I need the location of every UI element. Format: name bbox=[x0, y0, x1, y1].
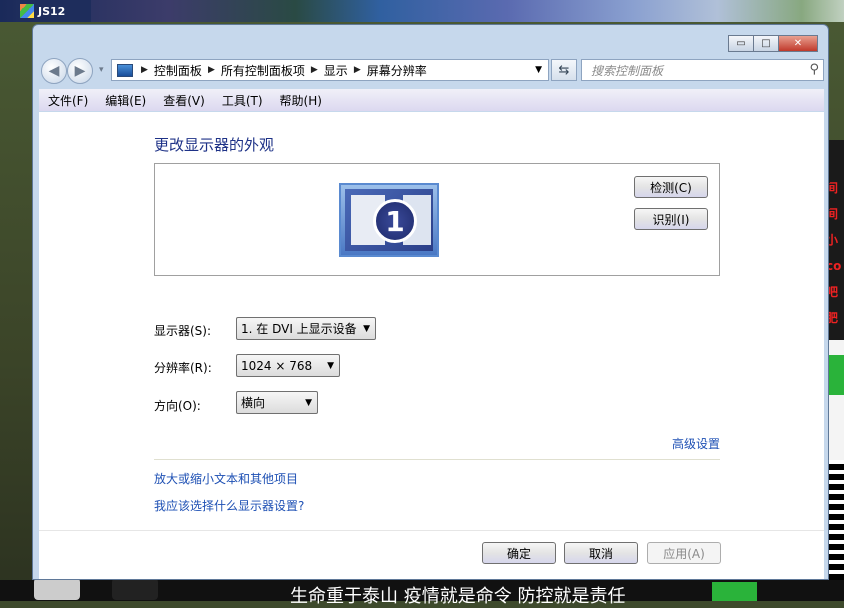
chevron-right-icon[interactable]: ▶ bbox=[208, 65, 215, 75]
menu-help[interactable]: 帮助(H) bbox=[271, 92, 330, 109]
chevron-down-icon: ▼ bbox=[327, 360, 334, 371]
resolution-select-value: 1024 × 768 bbox=[241, 358, 313, 373]
minimize-button[interactable]: ▭ bbox=[728, 35, 754, 52]
breadcrumb-screen-resolution[interactable]: 屏幕分辨率 bbox=[367, 62, 427, 79]
cancel-button[interactable]: 取消 bbox=[564, 542, 638, 564]
address-dropdown-icon[interactable]: ▼ bbox=[535, 65, 542, 75]
recent-pages-dropdown[interactable]: ▾ bbox=[99, 65, 104, 75]
main-content: 更改显示器的外观 1 检测(C) 识别(I) 显示器(S): 1. 在 DVI … bbox=[39, 112, 824, 579]
chevron-right-icon[interactable]: ▶ bbox=[354, 65, 361, 75]
search-input[interactable]: 搜索控制面板 ⚲ bbox=[581, 59, 824, 81]
taskbar-app[interactable]: JS12 bbox=[16, 0, 91, 22]
monitor-number: 1 bbox=[373, 199, 417, 243]
apply-button[interactable]: 应用(A) bbox=[647, 542, 721, 564]
taskbar-app-title: JS12 bbox=[38, 4, 66, 18]
orientation-select-value: 横向 bbox=[241, 396, 266, 410]
background-banner-text: 生命重于泰山 疫情就是命令 防控就是责任 bbox=[290, 586, 626, 607]
refresh-button[interactable]: ⇆ bbox=[551, 59, 577, 81]
breadcrumb-all-items[interactable]: 所有控制面板项 bbox=[221, 62, 305, 79]
qr-code-icon bbox=[828, 460, 844, 600]
identify-button[interactable]: 识别(I) bbox=[634, 208, 708, 230]
breadcrumb-control-panel[interactable]: 控制面板 bbox=[154, 62, 202, 79]
menu-edit[interactable]: 编辑(E) bbox=[96, 92, 154, 109]
display-settings-help-link[interactable]: 我应该选择什么显示器设置? bbox=[154, 497, 304, 514]
window-controls: ▭ □ ✕ bbox=[728, 35, 818, 52]
forward-button[interactable]: ▶ bbox=[67, 58, 93, 84]
address-bar[interactable]: ▶ 控制面板 ▶ 所有控制面板项 ▶ 显示 ▶ 屏幕分辨率 ▼ bbox=[111, 59, 549, 81]
close-button[interactable]: ✕ bbox=[778, 35, 818, 52]
breadcrumb-display[interactable]: 显示 bbox=[324, 62, 348, 79]
background-app-icon bbox=[112, 578, 158, 600]
divider bbox=[154, 459, 720, 460]
footer-divider bbox=[39, 530, 824, 531]
menu-view[interactable]: 查看(V) bbox=[154, 92, 213, 109]
menu-tools[interactable]: 工具(T) bbox=[213, 92, 271, 109]
orientation-label: 方向(O): bbox=[154, 399, 201, 413]
resolution-label: 分辨率(R): bbox=[154, 361, 212, 375]
search-icon[interactable]: ⚲ bbox=[809, 62, 819, 77]
background-green-block bbox=[712, 582, 757, 601]
chevron-right-icon[interactable]: ▶ bbox=[311, 65, 318, 75]
orientation-select[interactable]: 横向 ▼ bbox=[236, 391, 318, 414]
app-logo-icon bbox=[20, 4, 34, 18]
page-title: 更改显示器的外观 bbox=[154, 136, 275, 154]
display-select[interactable]: 1. 在 DVI 上显示设备 ▼ bbox=[236, 317, 376, 340]
advanced-settings-link[interactable]: 高级设置 bbox=[672, 435, 720, 452]
maximize-button[interactable]: □ bbox=[753, 35, 779, 52]
title-bar[interactable]: ▭ □ ✕ bbox=[33, 25, 828, 57]
chevron-down-icon: ▼ bbox=[363, 323, 370, 334]
ok-button[interactable]: 确定 bbox=[482, 542, 556, 564]
monitor-1-icon[interactable]: 1 bbox=[339, 183, 439, 257]
monitor-screen: 1 bbox=[345, 189, 433, 251]
resolution-select[interactable]: 1024 × 768 ▼ bbox=[236, 354, 340, 377]
navigation-bar: ◀ ▶ ▾ ▶ 控制面板 ▶ 所有控制面板项 ▶ 显示 ▶ 屏幕分辨率 ▼ ⇆ … bbox=[39, 57, 824, 87]
search-placeholder: 搜索控制面板 bbox=[591, 63, 664, 78]
background-app-icon bbox=[34, 578, 80, 600]
monitor-preview-panel: 1 检测(C) 识别(I) bbox=[154, 163, 720, 276]
screen-resolution-window: ▭ □ ✕ ◀ ▶ ▾ ▶ 控制面板 ▶ 所有控制面板项 ▶ 显示 ▶ 屏幕分辨… bbox=[32, 24, 829, 580]
control-panel-icon bbox=[117, 63, 133, 77]
text-size-link[interactable]: 放大或缩小文本和其他项目 bbox=[154, 470, 298, 487]
back-button[interactable]: ◀ bbox=[41, 58, 67, 84]
detect-button[interactable]: 检测(C) bbox=[634, 176, 708, 198]
menu-bar: 文件(F) 编辑(E) 查看(V) 工具(T) 帮助(H) bbox=[39, 89, 824, 111]
chevron-right-icon[interactable]: ▶ bbox=[141, 65, 148, 75]
menu-file[interactable]: 文件(F) bbox=[39, 92, 96, 109]
chevron-down-icon: ▼ bbox=[305, 397, 312, 408]
taskbar-strip bbox=[0, 0, 844, 22]
display-label: 显示器(S): bbox=[154, 324, 212, 338]
display-select-value: 1. 在 DVI 上显示设备 bbox=[241, 322, 357, 336]
